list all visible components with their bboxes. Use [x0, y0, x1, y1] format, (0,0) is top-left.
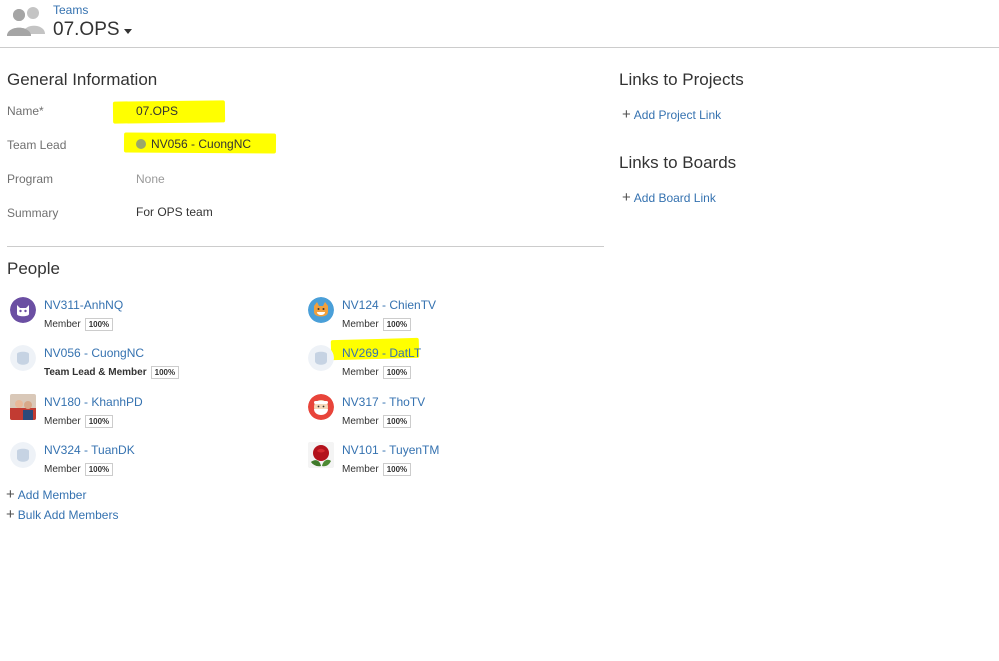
member-item: NV317 - ThoTV Member 100%: [308, 394, 568, 434]
section-divider: [7, 246, 604, 247]
add-member-link[interactable]: + Add Member: [6, 487, 86, 502]
member-role: Member 100%: [342, 366, 412, 379]
bulk-add-members-link[interactable]: + Bulk Add Members: [6, 507, 118, 522]
program-value[interactable]: None: [136, 172, 165, 186]
member-item: NV311-AnhNQ Member 100%: [10, 297, 270, 337]
small-avatar-icon: [136, 139, 146, 149]
fox-avatar-icon: [308, 297, 334, 323]
member-role: Member 100%: [44, 463, 114, 476]
people-heading: People: [7, 259, 60, 278]
member-item: NV056 - CuongNC Team Lead & Member 100%: [10, 345, 270, 385]
links-to-projects-heading: Links to Projects: [619, 70, 744, 89]
member-role-text: Member: [342, 464, 379, 475]
member-role: Member 100%: [44, 318, 114, 331]
plus-icon: +: [6, 486, 15, 503]
member-name-link[interactable]: NV180 - KhanhPD: [44, 395, 143, 409]
page-title: 07.OPS: [53, 19, 120, 40]
team-title-dropdown[interactable]: 07.OPS: [53, 19, 132, 41]
allocation-badge: 100%: [150, 366, 180, 379]
add-project-link-label: Add Project Link: [633, 107, 722, 122]
member-role: Member 100%: [342, 463, 412, 476]
member-name-link[interactable]: NV324 - TuanDK: [44, 443, 135, 457]
member-role-text: Member: [44, 319, 81, 330]
photo-avatar-icon: [10, 394, 36, 420]
member-item: NV269 - DatLT Member 100%: [308, 345, 568, 385]
breadcrumb-teams-link[interactable]: Teams: [53, 3, 88, 17]
name-label: Name*: [7, 104, 44, 118]
links-to-boards-heading: Links to Boards: [619, 153, 737, 172]
allocation-badge: 100%: [382, 415, 412, 428]
member-name-link[interactable]: NV269 - DatLT: [342, 346, 421, 360]
member-item: NV180 - KhanhPD Member 100%: [10, 394, 270, 434]
allocation-badge: 100%: [84, 318, 114, 331]
member-name-link[interactable]: NV317 - ThoTV: [342, 395, 425, 409]
member-name-link[interactable]: NV101 - TuyenTM: [342, 443, 439, 457]
default-avatar-icon: [10, 345, 36, 371]
member-name-link[interactable]: NV124 - ChienTV: [342, 298, 436, 312]
member-role-text: Member: [342, 319, 379, 330]
member-role: Member 100%: [342, 415, 412, 428]
summary-label: Summary: [7, 206, 59, 220]
add-board-link[interactable]: + Add Board Link: [622, 190, 716, 205]
add-member-label: Add Member: [17, 487, 87, 502]
general-information-heading: General Information: [7, 70, 158, 89]
member-role: Member 100%: [342, 318, 412, 331]
member-role-text: Member: [342, 416, 379, 427]
allocation-badge: 100%: [382, 318, 412, 331]
name-value[interactable]: 07.OPS: [136, 104, 178, 118]
member-item: NV101 - TuyenTM Member 100%: [308, 442, 568, 482]
team-lead-label: Team Lead: [7, 138, 67, 152]
program-label: Program: [7, 172, 54, 186]
allocation-badge: 100%: [84, 463, 114, 476]
add-board-link-label: Add Board Link: [633, 190, 716, 205]
caret-down-icon: [123, 28, 132, 34]
allocation-badge: 100%: [382, 463, 412, 476]
plus-icon: +: [622, 106, 631, 123]
member-role-text: Team Lead & Member: [44, 367, 147, 378]
member-role-text: Member: [44, 464, 81, 475]
add-project-link[interactable]: + Add Project Link: [622, 107, 721, 122]
rose-photo-avatar-icon: [308, 442, 334, 468]
member-item: NV324 - TuanDK Member 100%: [10, 442, 270, 482]
default-avatar-icon: [308, 345, 334, 371]
allocation-badge: 100%: [84, 415, 114, 428]
member-role-text: Member: [44, 416, 81, 427]
plus-icon: +: [622, 189, 631, 206]
purple-cat-avatar-icon: [10, 297, 36, 323]
summary-value[interactable]: For OPS team: [136, 205, 213, 219]
member-name-link[interactable]: NV056 - CuongNC: [44, 346, 144, 360]
member-role-text: Member: [342, 367, 379, 378]
team-lead-name: NV056 - CuongNC: [151, 137, 252, 151]
member-role: Member 100%: [44, 415, 114, 428]
team-avatar-icon: [7, 7, 45, 36]
member-name-link[interactable]: NV311-AnhNQ: [44, 298, 123, 312]
bulk-add-members-label: Bulk Add Members: [17, 507, 119, 522]
allocation-badge: 100%: [382, 366, 412, 379]
member-item: NV124 - ChienTV Member 100%: [308, 297, 568, 337]
page-header: Teams 07.OPS: [0, 0, 999, 48]
team-lead-value[interactable]: NV056 - CuongNC: [136, 137, 251, 151]
default-avatar-icon: [10, 442, 36, 468]
member-role: Team Lead & Member 100%: [44, 366, 180, 379]
plus-icon: +: [6, 506, 15, 523]
santa-avatar-icon: [308, 394, 334, 420]
